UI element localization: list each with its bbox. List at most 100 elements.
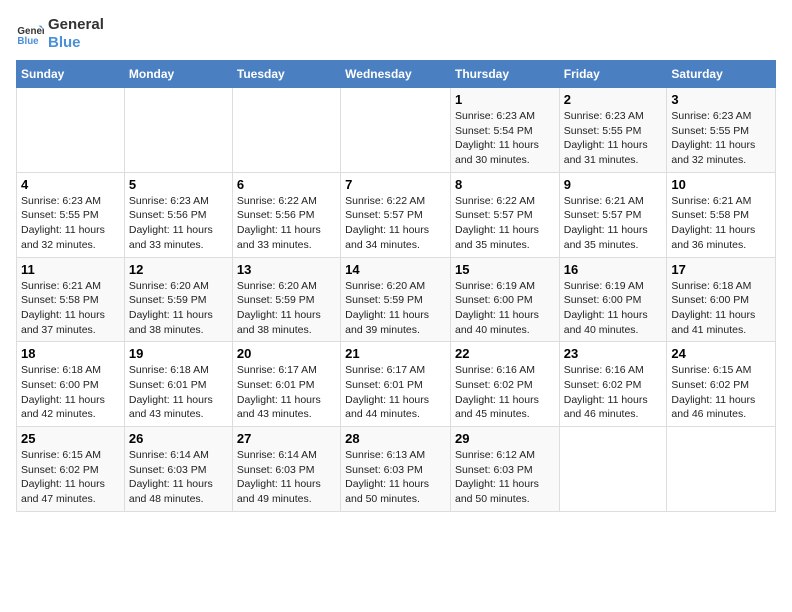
day-cell: 24 Sunrise: 6:15 AMSunset: 6:02 PMDayligh…: [667, 342, 776, 427]
day-number: 20: [237, 346, 336, 361]
day-cell: 28 Sunrise: 6:13 AMSunset: 6:03 PMDayligh…: [341, 427, 451, 512]
header-wednesday: Wednesday: [341, 61, 451, 88]
day-cell: 25 Sunrise: 6:15 AMSunset: 6:02 PMDayligh…: [17, 427, 125, 512]
day-info: Sunrise: 6:14 AMSunset: 6:03 PMDaylight:…: [129, 448, 228, 507]
day-cell: 26 Sunrise: 6:14 AMSunset: 6:03 PMDayligh…: [124, 427, 232, 512]
header-friday: Friday: [559, 61, 667, 88]
day-number: 29: [455, 431, 555, 446]
day-number: 25: [21, 431, 120, 446]
day-cell: [559, 427, 667, 512]
day-info: Sunrise: 6:18 AMSunset: 6:01 PMDaylight:…: [129, 363, 228, 422]
day-cell: 19 Sunrise: 6:18 AMSunset: 6:01 PMDayligh…: [124, 342, 232, 427]
day-number: 27: [237, 431, 336, 446]
day-number: 16: [564, 262, 663, 277]
header-sunday: Sunday: [17, 61, 125, 88]
day-cell: [17, 88, 125, 173]
calendar-table: SundayMondayTuesdayWednesdayThursdayFrid…: [16, 60, 776, 512]
week-row-5: 25 Sunrise: 6:15 AMSunset: 6:02 PMDayligh…: [17, 427, 776, 512]
day-cell: 5 Sunrise: 6:23 AMSunset: 5:56 PMDaylight…: [124, 172, 232, 257]
day-info: Sunrise: 6:21 AMSunset: 5:57 PMDaylight:…: [564, 194, 663, 253]
day-cell: 15Sunrise: 6:19 AMSunset: 6:00 PMDayligh…: [450, 257, 559, 342]
week-row-1: 1Sunrise: 6:23 AMSunset: 5:54 PMDaylight…: [17, 88, 776, 173]
day-cell: 14 Sunrise: 6:20 AMSunset: 5:59 PMDayligh…: [341, 257, 451, 342]
day-number: 26: [129, 431, 228, 446]
day-number: 3: [671, 92, 771, 107]
day-info: Sunrise: 6:21 AMSunset: 5:58 PMDaylight:…: [21, 279, 120, 338]
day-cell: 16 Sunrise: 6:19 AMSunset: 6:00 PMDayligh…: [559, 257, 667, 342]
day-cell: 8Sunrise: 6:22 AMSunset: 5:57 PMDaylight…: [450, 172, 559, 257]
svg-text:Blue: Blue: [17, 36, 39, 47]
logo: General Blue General Blue: [16, 16, 104, 52]
day-number: 18: [21, 346, 120, 361]
day-number: 6: [237, 177, 336, 192]
day-info: Sunrise: 6:23 AMSunset: 5:55 PMDaylight:…: [671, 109, 771, 168]
day-info: Sunrise: 6:15 AMSunset: 6:02 PMDaylight:…: [671, 363, 771, 422]
day-info: Sunrise: 6:20 AMSunset: 5:59 PMDaylight:…: [237, 279, 336, 338]
day-number: 4: [21, 177, 120, 192]
day-info: Sunrise: 6:23 AMSunset: 5:55 PMDaylight:…: [21, 194, 120, 253]
day-info: Sunrise: 6:12 AMSunset: 6:03 PMDaylight:…: [455, 448, 555, 507]
day-number: 5: [129, 177, 228, 192]
day-number: 8: [455, 177, 555, 192]
day-cell: 23 Sunrise: 6:16 AMSunset: 6:02 PMDayligh…: [559, 342, 667, 427]
day-cell: 1Sunrise: 6:23 AMSunset: 5:54 PMDaylight…: [450, 88, 559, 173]
day-info: Sunrise: 6:16 AMSunset: 6:02 PMDaylight:…: [564, 363, 663, 422]
day-number: 12: [129, 262, 228, 277]
day-cell: 18 Sunrise: 6:18 AMSunset: 6:00 PMDayligh…: [17, 342, 125, 427]
day-number: 22: [455, 346, 555, 361]
week-row-3: 11 Sunrise: 6:21 AMSunset: 5:58 PMDayligh…: [17, 257, 776, 342]
day-cell: [232, 88, 340, 173]
day-info: Sunrise: 6:22 AMSunset: 5:56 PMDaylight:…: [237, 194, 336, 253]
day-number: 7: [345, 177, 446, 192]
day-cell: 3 Sunrise: 6:23 AMSunset: 5:55 PMDaylight…: [667, 88, 776, 173]
day-info: Sunrise: 6:18 AMSunset: 6:00 PMDaylight:…: [21, 363, 120, 422]
day-cell: 27 Sunrise: 6:14 AMSunset: 6:03 PMDayligh…: [232, 427, 340, 512]
day-number: 23: [564, 346, 663, 361]
day-number: 21: [345, 346, 446, 361]
day-number: 9: [564, 177, 663, 192]
day-number: 24: [671, 346, 771, 361]
day-cell: 20 Sunrise: 6:17 AMSunset: 6:01 PMDayligh…: [232, 342, 340, 427]
day-info: Sunrise: 6:17 AMSunset: 6:01 PMDaylight:…: [345, 363, 446, 422]
day-info: Sunrise: 6:15 AMSunset: 6:02 PMDaylight:…: [21, 448, 120, 507]
day-info: Sunrise: 6:16 AMSunset: 6:02 PMDaylight:…: [455, 363, 555, 422]
day-info: Sunrise: 6:23 AMSunset: 5:54 PMDaylight:…: [455, 109, 555, 168]
day-cell: [667, 427, 776, 512]
day-number: 19: [129, 346, 228, 361]
header-saturday: Saturday: [667, 61, 776, 88]
day-info: Sunrise: 6:17 AMSunset: 6:01 PMDaylight:…: [237, 363, 336, 422]
day-number: 13: [237, 262, 336, 277]
day-cell: 10 Sunrise: 6:21 AMSunset: 5:58 PMDayligh…: [667, 172, 776, 257]
day-cell: 17Sunrise: 6:18 AMSunset: 6:00 PMDayligh…: [667, 257, 776, 342]
header-thursday: Thursday: [450, 61, 559, 88]
day-cell: 9 Sunrise: 6:21 AMSunset: 5:57 PMDaylight…: [559, 172, 667, 257]
calendar-header-row: SundayMondayTuesdayWednesdayThursdayFrid…: [17, 61, 776, 88]
week-row-2: 4 Sunrise: 6:23 AMSunset: 5:55 PMDaylight…: [17, 172, 776, 257]
logo-general: General: [48, 16, 104, 34]
day-number: 2: [564, 92, 663, 107]
day-cell: 12Sunrise: 6:20 AMSunset: 5:59 PMDayligh…: [124, 257, 232, 342]
day-cell: 4 Sunrise: 6:23 AMSunset: 5:55 PMDaylight…: [17, 172, 125, 257]
day-info: Sunrise: 6:22 AMSunset: 5:57 PMDaylight:…: [345, 194, 446, 253]
day-cell: [124, 88, 232, 173]
day-info: Sunrise: 6:20 AMSunset: 5:59 PMDaylight:…: [345, 279, 446, 338]
day-number: 15: [455, 262, 555, 277]
day-cell: 29 Sunrise: 6:12 AMSunset: 6:03 PMDayligh…: [450, 427, 559, 512]
header-monday: Monday: [124, 61, 232, 88]
day-number: 28: [345, 431, 446, 446]
day-number: 11: [21, 262, 120, 277]
day-number: 10: [671, 177, 771, 192]
day-number: 14: [345, 262, 446, 277]
header-tuesday: Tuesday: [232, 61, 340, 88]
day-info: Sunrise: 6:13 AMSunset: 6:03 PMDaylight:…: [345, 448, 446, 507]
day-cell: [341, 88, 451, 173]
week-row-4: 18 Sunrise: 6:18 AMSunset: 6:00 PMDayligh…: [17, 342, 776, 427]
day-cell: 13 Sunrise: 6:20 AMSunset: 5:59 PMDayligh…: [232, 257, 340, 342]
day-info: Sunrise: 6:14 AMSunset: 6:03 PMDaylight:…: [237, 448, 336, 507]
day-cell: 22 Sunrise: 6:16 AMSunset: 6:02 PMDayligh…: [450, 342, 559, 427]
day-info: Sunrise: 6:19 AMSunset: 6:00 PMDaylight:…: [564, 279, 663, 338]
day-cell: 21 Sunrise: 6:17 AMSunset: 6:01 PMDayligh…: [341, 342, 451, 427]
day-info: Sunrise: 6:23 AMSunset: 5:56 PMDaylight:…: [129, 194, 228, 253]
day-cell: 2Sunrise: 6:23 AMSunset: 5:55 PMDaylight…: [559, 88, 667, 173]
day-info: Sunrise: 6:21 AMSunset: 5:58 PMDaylight:…: [671, 194, 771, 253]
